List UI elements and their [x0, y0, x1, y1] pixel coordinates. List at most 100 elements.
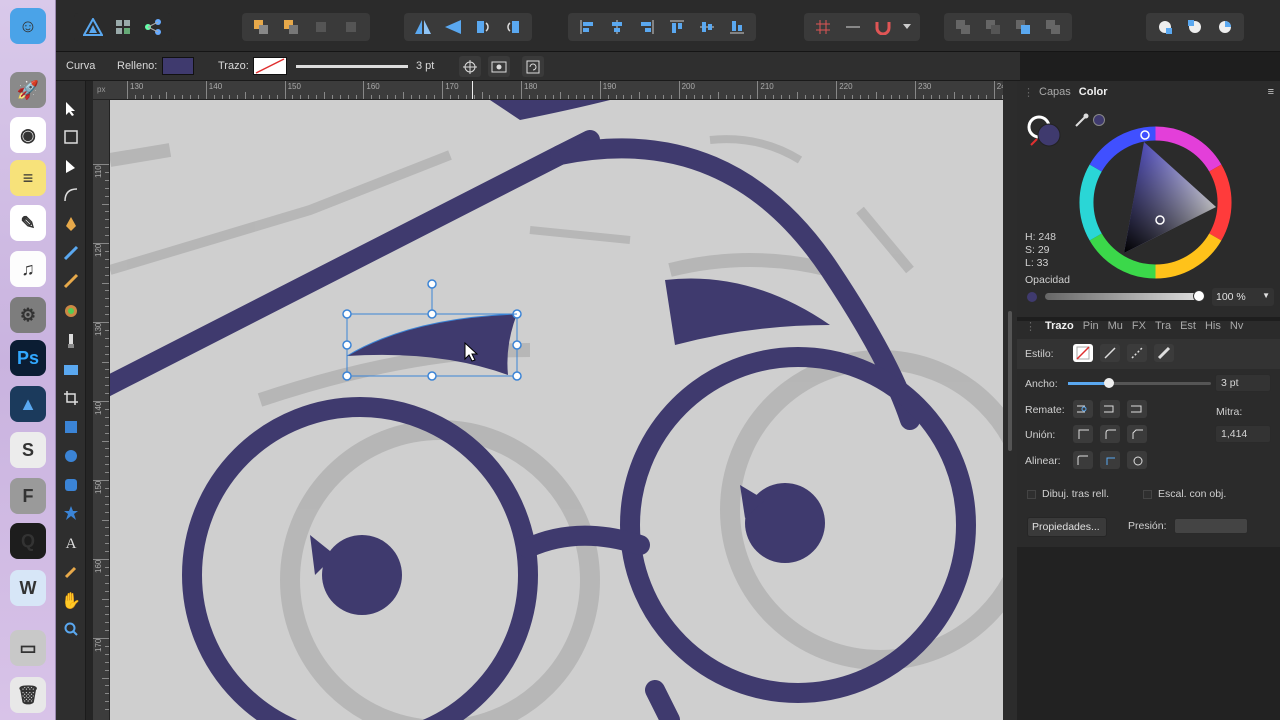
align-inside-icon[interactable] — [1073, 451, 1093, 469]
affinity-designer-icon[interactable]: ▲ — [10, 386, 46, 422]
view-tool-icon[interactable]: ✋ — [61, 591, 81, 611]
move-tool-icon[interactable] — [61, 99, 81, 119]
align-bottom-icon[interactable] — [726, 17, 748, 37]
opacity-slider-handle[interactable] — [1193, 290, 1205, 302]
corner-tool-icon[interactable] — [61, 185, 81, 205]
transparency-tool-icon[interactable] — [61, 331, 81, 351]
tab-layers[interactable]: Capas — [1039, 86, 1071, 98]
butt-cap-icon[interactable] — [1073, 400, 1093, 418]
rotate-left-icon[interactable] — [472, 17, 494, 37]
color-picker-tool-icon[interactable] — [61, 562, 81, 582]
crop-tool-icon[interactable] — [61, 388, 81, 408]
transform-origin-icon[interactable] — [459, 56, 481, 77]
miter-field[interactable]: 1,414 — [1215, 425, 1271, 443]
pen-tool-icon[interactable] — [61, 214, 81, 234]
stroke-color-swatch[interactable] — [253, 57, 287, 75]
tab-styles[interactable]: Est — [1180, 320, 1196, 332]
intersect-boolean-icon[interactable] — [1012, 17, 1034, 37]
align-outside-icon[interactable] — [1127, 451, 1147, 469]
move-to-back-icon[interactable] — [250, 17, 272, 37]
insert-behind-icon[interactable] — [1154, 17, 1176, 37]
insert-top-icon[interactable] — [1184, 17, 1206, 37]
tab-mu[interactable]: Mu — [1108, 320, 1123, 332]
draw-behind-checkbox[interactable] — [1027, 490, 1036, 499]
align-left-icon[interactable] — [576, 17, 598, 37]
snapping-magnet-icon[interactable] — [872, 17, 894, 37]
fill-color-swatch[interactable] — [162, 57, 194, 75]
vertical-scrollbar[interactable] — [1003, 81, 1017, 720]
insert-inside-icon[interactable] — [1214, 17, 1236, 37]
system-preferences-icon[interactable]: ⚙ — [10, 297, 46, 333]
export-persona-icon[interactable] — [142, 17, 164, 37]
dashed-line-style-icon[interactable] — [1127, 344, 1147, 362]
properties-button[interactable]: Propiedades... — [1027, 517, 1107, 537]
photoshop-icon[interactable]: Ps — [10, 340, 46, 376]
trash-icon[interactable]: 🗑 — [10, 677, 46, 713]
square-cap-icon[interactable] — [1127, 400, 1147, 418]
flip-vertical-icon[interactable] — [442, 17, 464, 37]
opacity-field[interactable]: 100 % ▼ — [1212, 288, 1274, 306]
pencil-tool-icon[interactable] — [61, 243, 81, 263]
round-cap-icon[interactable] — [1100, 400, 1120, 418]
rounded-rectangle-tool-icon[interactable] — [61, 475, 81, 495]
star-tool-icon[interactable] — [61, 503, 81, 523]
rectangle-tool-icon[interactable] — [61, 417, 81, 437]
align-center-stroke-icon[interactable] — [1100, 451, 1120, 469]
fill-tool-icon[interactable] — [61, 301, 81, 321]
add-boolean-icon[interactable] — [952, 17, 974, 37]
scale-with-object-checkbox[interactable] — [1143, 490, 1152, 499]
node-tool-icon[interactable] — [61, 157, 81, 177]
solid-line-style-icon[interactable] — [1100, 344, 1120, 362]
folder-icon[interactable]: ▭ — [10, 630, 46, 666]
texture-line-style-icon[interactable] — [1154, 344, 1174, 362]
panel-menu-icon[interactable]: ≡ — [1268, 86, 1274, 98]
tab-fx[interactable]: FX — [1132, 320, 1146, 332]
tab-navigator[interactable]: Nv — [1230, 320, 1243, 332]
stroke-width-preview[interactable] — [296, 65, 408, 68]
transform-objects-icon[interactable] — [522, 56, 544, 77]
word-icon[interactable]: W — [10, 570, 46, 606]
zoom-tool-icon[interactable] — [61, 619, 81, 639]
color-wheel[interactable] — [1078, 125, 1233, 283]
width-slider[interactable] — [1068, 378, 1211, 388]
align-middle-icon[interactable] — [696, 17, 718, 37]
align-center-icon[interactable] — [606, 17, 628, 37]
quicktime-icon[interactable]: Q — [10, 523, 46, 559]
finder-icon[interactable]: ☺ — [10, 8, 46, 44]
scribble-app-icon[interactable]: S — [10, 432, 46, 468]
stroke-width-value[interactable]: 3 pt — [416, 60, 434, 72]
artistic-text-tool-icon[interactable]: A — [61, 534, 81, 554]
artboard-tool-icon[interactable] — [61, 127, 81, 147]
width-slider-handle[interactable] — [1104, 378, 1114, 388]
designer-persona-icon[interactable] — [82, 17, 104, 37]
show-handles-icon[interactable] — [488, 56, 510, 77]
align-top-icon[interactable] — [666, 17, 688, 37]
round-join-icon[interactable] — [1100, 425, 1120, 443]
chrome-icon[interactable]: ◉ — [10, 117, 46, 153]
place-image-tool-icon[interactable] — [61, 360, 81, 380]
pressure-curve-field[interactable] — [1174, 518, 1248, 534]
subtract-boolean-icon[interactable] — [982, 17, 1004, 37]
tab-color[interactable]: Color — [1079, 86, 1108, 98]
itunes-icon[interactable]: ♫ — [10, 251, 46, 287]
pixel-persona-icon[interactable] — [112, 17, 134, 37]
align-right-icon[interactable] — [636, 17, 658, 37]
flip-horizontal-icon[interactable] — [412, 17, 434, 37]
no-stroke-style-icon[interactable] — [1073, 344, 1093, 362]
width-field[interactable]: 3 pt — [1215, 374, 1271, 392]
bevel-join-icon[interactable] — [1127, 425, 1147, 443]
opacity-slider[interactable] — [1045, 290, 1205, 302]
rotation-handle[interactable] — [427, 279, 437, 289]
document-canvas[interactable] — [110, 100, 1003, 720]
pages-icon[interactable]: ✎ — [10, 205, 46, 241]
fill-stroke-selector[interactable] — [1027, 115, 1063, 154]
fontlab-icon[interactable]: F — [10, 478, 46, 514]
tab-transparency[interactable]: Tra — [1155, 320, 1171, 332]
tab-stroke[interactable]: Trazo — [1045, 320, 1074, 332]
snapping-dropdown-icon[interactable] — [902, 17, 912, 37]
rotate-right-icon[interactable] — [502, 17, 524, 37]
notes-icon[interactable]: ≡ — [10, 160, 46, 196]
vector-brush-tool-icon[interactable] — [61, 271, 81, 291]
launchpad-icon[interactable]: 🚀 — [10, 72, 46, 108]
tab-brushes[interactable]: Pin — [1083, 320, 1099, 332]
